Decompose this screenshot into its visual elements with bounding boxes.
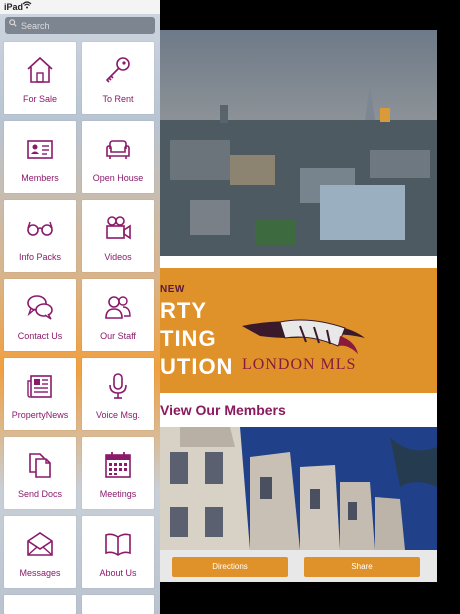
speech-bubbles-icon <box>27 295 53 320</box>
search-bar[interactable] <box>5 17 155 34</box>
menu-label: For Sale <box>22 94 57 104</box>
main-content: NEW RTY TING UTION LONDON MLS View Our M… <box>160 30 437 582</box>
share-button[interactable]: Share <box>304 557 420 577</box>
menu-label: Messages <box>19 568 61 578</box>
menu-label: About Us <box>99 568 137 578</box>
menu-tile-messages[interactable]: Messages <box>4 516 76 588</box>
people-icon <box>105 296 131 319</box>
microphone-icon <box>109 373 127 399</box>
menu-tile-about-us[interactable]: About Us <box>82 516 154 588</box>
sofa-icon <box>106 140 130 159</box>
menu-label: To Rent <box>102 94 134 104</box>
view-members-bar[interactable]: View Our Members <box>160 393 437 427</box>
open-book-icon <box>105 533 131 556</box>
logo-text: LONDON MLS <box>242 356 357 373</box>
banner-line-2: TING <box>160 326 217 351</box>
menu-label: Our Staff <box>100 331 136 341</box>
menu-tile-to-rent[interactable]: To Rent <box>82 42 154 114</box>
calendar-icon <box>105 452 131 478</box>
menu-tile-members[interactable]: Members <box>4 121 76 193</box>
menu-label: Voice Msg. <box>95 410 141 420</box>
menu-label: Meetings <box>99 489 137 499</box>
id-card-icon <box>27 140 53 159</box>
menu-tile-videos[interactable]: Videos <box>82 200 154 272</box>
menu-tile-partial[interactable] <box>4 595 76 614</box>
menu-tile-info-packs[interactable]: Info Packs <box>4 200 76 272</box>
video-camera-icon <box>106 216 131 240</box>
documents-icon <box>29 453 51 478</box>
menu-label: Contact Us <box>17 331 63 341</box>
menu-label: PropertyNews <box>11 410 69 420</box>
menu-label: Send Docs <box>17 489 63 499</box>
key-icon <box>105 57 130 83</box>
menu-tile-contact-us[interactable]: Contact Us <box>4 279 76 351</box>
menu-tile-our-staff[interactable]: Our Staff <box>82 279 154 351</box>
search-icon <box>9 19 17 30</box>
banner-new: NEW <box>160 284 185 295</box>
view-members-label: View Our Members <box>160 402 286 418</box>
menu-tile-send-docs[interactable]: Send Docs <box>4 437 76 509</box>
london-mls-banner[interactable]: NEW RTY TING UTION LONDON MLS <box>160 268 437 393</box>
action-bar: Directions Share <box>160 550 437 582</box>
search-input[interactable] <box>19 18 153 34</box>
menu-label: Members <box>21 173 59 183</box>
newspaper-icon <box>27 375 52 398</box>
glasses-icon <box>27 221 53 236</box>
street-photo <box>160 427 437 550</box>
status-bar: iPad <box>0 0 160 14</box>
menu-label: Open House <box>92 173 144 183</box>
banner-line-3: UTION <box>160 354 234 379</box>
menu-label: Info Packs <box>18 252 62 262</box>
city-photo <box>160 30 437 256</box>
menu-tile-property-news[interactable]: PropertyNews <box>4 358 76 430</box>
envelope-icon <box>27 532 53 556</box>
device-name: iPad <box>4 2 24 12</box>
menu-tile-partial[interactable] <box>82 595 154 614</box>
directions-button[interactable]: Directions <box>172 557 288 577</box>
menu-tile-voice-msg[interactable]: Voice Msg. <box>82 358 154 430</box>
house-icon <box>27 56 53 83</box>
menu-tile-for-sale[interactable]: For Sale <box>4 42 76 114</box>
menu-tile-meetings[interactable]: Meetings <box>82 437 154 509</box>
banner-line-1: RTY <box>160 298 207 323</box>
menu-tile-open-house[interactable]: Open House <box>82 121 154 193</box>
menu-label: Videos <box>104 252 132 262</box>
side-menu: For Sale To Rent Members Open House Info… <box>0 0 160 614</box>
wifi-icon <box>22 0 32 12</box>
